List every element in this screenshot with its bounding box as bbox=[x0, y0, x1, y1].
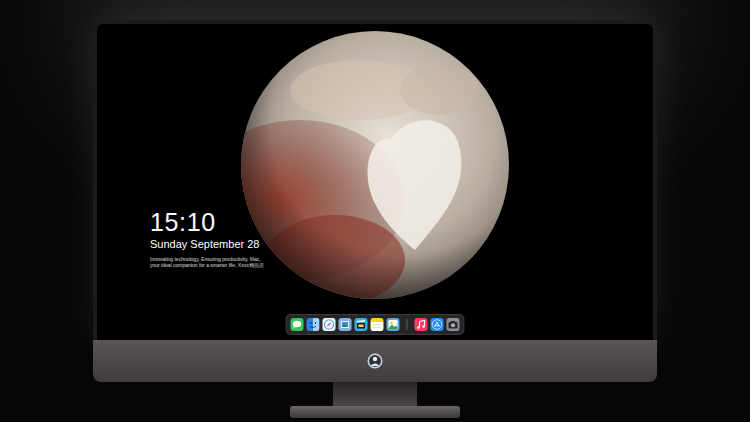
dock-item[interactable] bbox=[447, 318, 460, 331]
dock-item[interactable] bbox=[431, 318, 444, 331]
dock-item[interactable] bbox=[323, 318, 336, 331]
photos-icon[interactable] bbox=[387, 318, 400, 331]
dock-item[interactable] bbox=[387, 318, 400, 331]
dock-item[interactable] bbox=[371, 318, 384, 331]
monitor-chin bbox=[93, 340, 657, 382]
brand-logo-icon bbox=[367, 353, 383, 369]
camera-icon[interactable] bbox=[447, 318, 460, 331]
notes-icon[interactable] bbox=[371, 318, 384, 331]
dock-item[interactable] bbox=[339, 318, 352, 331]
lock-info: 15:10 Sunday September 28 Innovating tec… bbox=[150, 208, 268, 268]
dock-item[interactable] bbox=[291, 318, 304, 331]
stand-base bbox=[290, 406, 460, 418]
dock-item[interactable] bbox=[415, 318, 428, 331]
finder-icon[interactable] bbox=[307, 318, 320, 331]
tagline: Innovating technology, Ensuring producti… bbox=[150, 256, 268, 268]
dock-separator bbox=[407, 319, 408, 330]
imac: 15:10 Sunday September 28 Innovating tec… bbox=[0, 0, 750, 418]
messages-icon[interactable] bbox=[291, 318, 304, 331]
dock bbox=[286, 314, 465, 335]
stand-neck bbox=[333, 382, 417, 406]
appstore-icon[interactable] bbox=[431, 318, 444, 331]
dock-item[interactable] bbox=[355, 318, 368, 331]
pluto-wallpaper bbox=[240, 30, 510, 300]
clips-icon[interactable] bbox=[355, 318, 368, 331]
dock-item[interactable] bbox=[307, 318, 320, 331]
safari-icon[interactable] bbox=[323, 318, 336, 331]
screen: 15:10 Sunday September 28 Innovating tec… bbox=[97, 24, 653, 340]
monitor: 15:10 Sunday September 28 Innovating tec… bbox=[93, 20, 657, 340]
date: Sunday September 28 bbox=[150, 238, 268, 251]
music-icon[interactable] bbox=[415, 318, 428, 331]
preview-icon[interactable] bbox=[339, 318, 352, 331]
clock: 15:10 bbox=[150, 208, 268, 236]
